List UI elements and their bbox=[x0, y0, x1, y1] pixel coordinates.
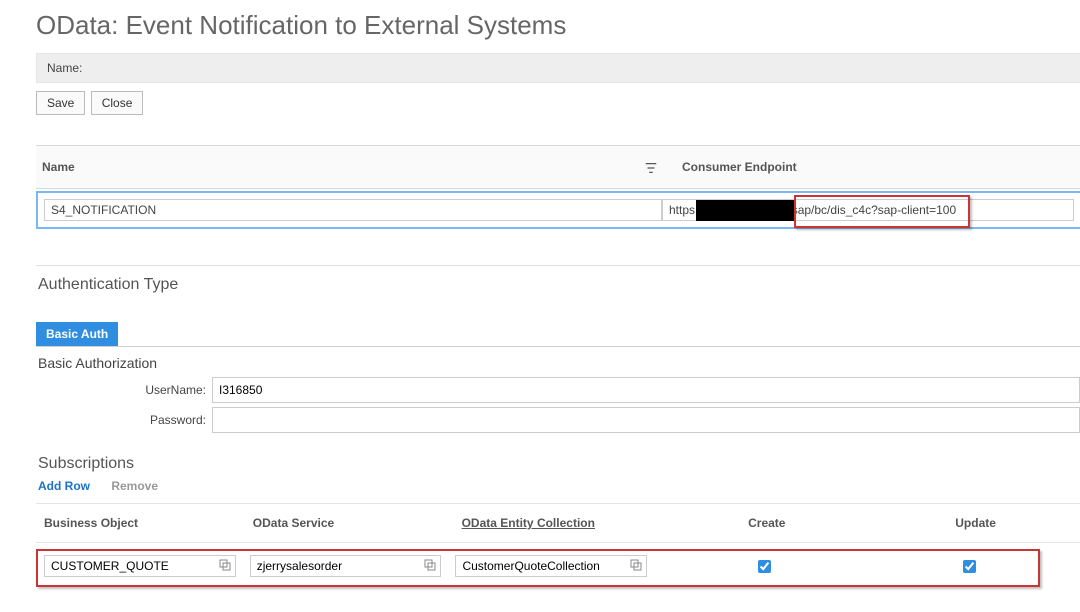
value-help-icon[interactable] bbox=[218, 559, 232, 573]
update-checkbox[interactable] bbox=[963, 560, 976, 573]
auth-tabs: Basic Auth bbox=[36, 322, 1080, 347]
col-header-name[interactable]: Name bbox=[36, 146, 676, 188]
col-header-update[interactable]: Update bbox=[871, 504, 1080, 542]
close-button[interactable]: Close bbox=[91, 91, 144, 115]
col-header-name-label: Name bbox=[42, 160, 75, 174]
endpoints-table-row[interactable] bbox=[36, 191, 1080, 229]
save-button[interactable]: Save bbox=[36, 91, 85, 115]
auth-section-title: Authentication Type bbox=[38, 276, 1080, 294]
col-header-consumer-endpoint[interactable]: Consumer Endpoint bbox=[676, 146, 1080, 188]
subscriptions-table-header: Business Object OData Service OData Enti… bbox=[36, 503, 1080, 543]
business-object-input[interactable] bbox=[44, 555, 236, 577]
username-label: UserName: bbox=[36, 383, 212, 397]
name-bar-label: Name: bbox=[47, 61, 82, 75]
divider bbox=[36, 265, 1080, 266]
value-help-icon[interactable] bbox=[423, 559, 437, 573]
toolbar: Save Close bbox=[36, 91, 1080, 115]
odata-entity-collection-input[interactable] bbox=[455, 555, 647, 577]
sort-icon[interactable] bbox=[644, 160, 658, 175]
subscription-row[interactable] bbox=[36, 549, 1080, 583]
redacted-block bbox=[696, 200, 796, 221]
name-bar: Name: bbox=[36, 53, 1080, 83]
col-header-odata-entity-collection[interactable]: OData Entity Collection bbox=[454, 504, 663, 542]
col-header-business-object[interactable]: Business Object bbox=[36, 504, 245, 542]
remove-link: Remove bbox=[111, 479, 158, 493]
password-label: Password: bbox=[36, 413, 212, 427]
col-header-create[interactable]: Create bbox=[662, 504, 871, 542]
endpoints-table-header: Name Consumer Endpoint bbox=[36, 145, 1080, 189]
value-help-icon[interactable] bbox=[629, 559, 643, 573]
odata-service-input[interactable] bbox=[250, 555, 442, 577]
subscriptions-actions: Add Row Remove bbox=[38, 479, 1080, 493]
create-checkbox[interactable] bbox=[758, 560, 771, 573]
username-input[interactable] bbox=[212, 377, 1080, 403]
password-input[interactable] bbox=[212, 407, 1080, 433]
name-input[interactable] bbox=[44, 199, 662, 221]
col-header-odata-service[interactable]: OData Service bbox=[245, 504, 454, 542]
col-header-consumer-endpoint-label: Consumer Endpoint bbox=[682, 160, 797, 174]
subscriptions-section-title: Subscriptions bbox=[38, 455, 1080, 473]
basic-authorization-title: Basic Authorization bbox=[38, 355, 1080, 371]
tab-basic-auth[interactable]: Basic Auth bbox=[36, 322, 118, 346]
page-title: OData: Event Notification to External Sy… bbox=[36, 10, 1080, 41]
add-row-link[interactable]: Add Row bbox=[38, 479, 90, 493]
